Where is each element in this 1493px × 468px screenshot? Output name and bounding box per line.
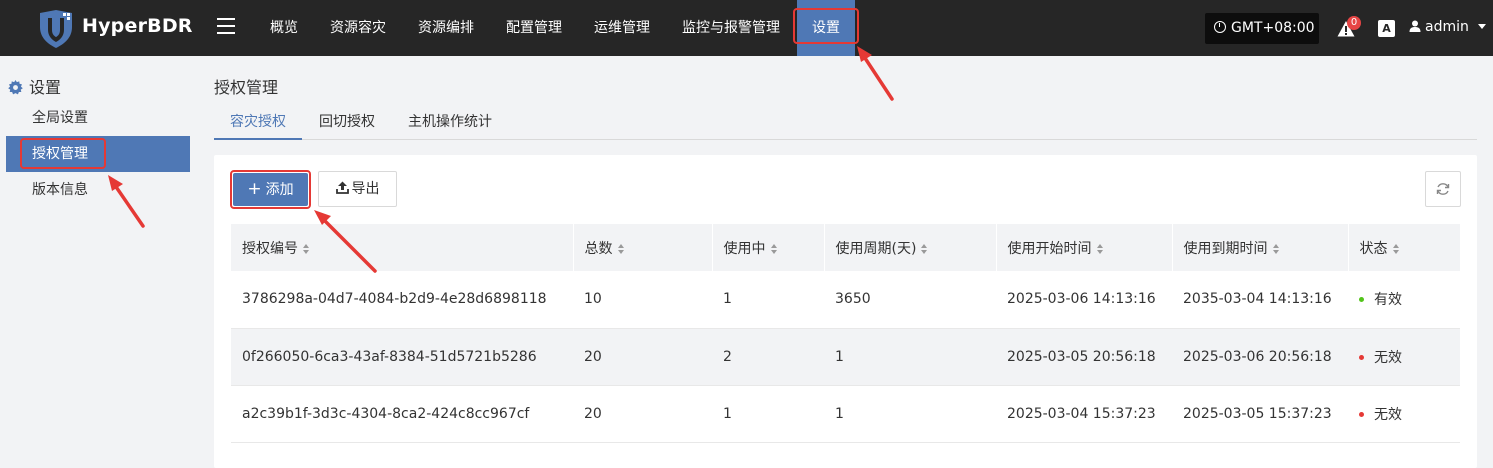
refresh-icon	[1436, 183, 1450, 195]
column-header-label: 使用中	[723, 240, 766, 257]
column-header-label: 状态	[1359, 240, 1388, 257]
sort-icon[interactable]	[1392, 243, 1400, 254]
status-dot-icon	[1359, 297, 1364, 303]
table-row[interactable]: 0f266050-6ca3-43af-8384-51d5721b5286 20 2 1…	[231, 328, 1460, 386]
column-header-label: 授权编号	[242, 240, 298, 257]
column-header-label: 使用到期时间	[1183, 240, 1268, 257]
sidebar-item-version-info[interactable]: 版本信息	[6, 172, 190, 208]
add-button[interactable]: + 添加	[230, 170, 311, 209]
language-icon[interactable]: A	[1378, 20, 1395, 37]
cell-total: 20	[573, 385, 712, 443]
timezone-button[interactable]: GMT+08:00	[1205, 13, 1319, 44]
cell-period: 1	[824, 328, 996, 386]
nav-item-overview[interactable]: 概览	[258, 0, 310, 56]
upload-icon	[335, 181, 349, 194]
tab-failback-license[interactable]: 回切授权	[312, 104, 382, 140]
cell-license-id: 3786298a-04d7-4084-b2d9-4e28d6898118	[231, 271, 573, 329]
top-navbar: HyperBDR 概览 资源容灾 资源编排 配置管理 运维管理 监控与报警管理 …	[0, 0, 1493, 56]
cell-in-use: 2	[712, 328, 824, 386]
refresh-button[interactable]	[1425, 171, 1461, 207]
cell-license-id: a2c39b1f-3d3c-4304-8ca2-424c8cc967cf	[231, 385, 573, 443]
alert-count-badge: 0	[1347, 16, 1361, 30]
column-header-license-id[interactable]: 授权编号	[231, 224, 574, 271]
table-row[interactable]: a2c39b1f-3d3c-4304-8ca2-424c8cc967cf 20 1 1…	[231, 385, 1460, 443]
clock-icon	[1214, 21, 1226, 33]
nav-item-monitoring-alerts[interactable]: 监控与报警管理	[670, 0, 792, 56]
cell-status: 无效	[1348, 328, 1460, 386]
status-label: 无效	[1374, 349, 1402, 366]
username: admin	[1425, 19, 1469, 35]
sidebar: 设置 全局设置 授权管理 版本信息	[0, 56, 200, 468]
cell-period: 3650	[824, 271, 996, 329]
menu-toggle-icon[interactable]	[217, 18, 235, 34]
export-button-label: 导出	[351, 181, 380, 197]
cell-total: 20	[573, 328, 712, 386]
column-header-label: 使用开始时间	[1007, 240, 1092, 257]
export-button[interactable]: 导出	[318, 171, 397, 207]
nav-item-ops-management[interactable]: 运维管理	[582, 0, 662, 56]
sort-icon[interactable]	[770, 243, 778, 254]
cell-end-time: 2025-03-06 20:56:18	[1172, 328, 1348, 386]
sidebar-title-label: 设置	[29, 78, 62, 97]
cell-period: 1	[824, 385, 996, 443]
timezone-label: GMT+08:00	[1231, 20, 1315, 36]
nav-item-config-management[interactable]: 配置管理	[494, 0, 574, 56]
status-label: 有效	[1374, 292, 1402, 309]
tab-bar: 容灾授权 回切授权 主机操作统计	[214, 104, 1477, 140]
tab-dr-license[interactable]: 容灾授权	[214, 104, 302, 140]
cell-status: 无效	[1348, 385, 1460, 443]
table-row[interactable]: 3786298a-04d7-4084-b2d9-4e28d6898118 10 1 3…	[231, 271, 1460, 329]
column-header-label: 总数	[584, 240, 613, 257]
brand-name[interactable]: HyperBDR	[82, 15, 193, 37]
column-header-label: 使用周期(天)	[835, 240, 917, 257]
cell-status: 有效	[1348, 271, 1460, 329]
cell-start-time: 2025-03-04 15:37:23	[996, 385, 1172, 443]
hyperbdr-logo-icon[interactable]	[36, 10, 76, 48]
status-dot-icon	[1359, 411, 1364, 417]
gear-icon	[8, 80, 23, 95]
sort-icon[interactable]	[1272, 243, 1280, 254]
cell-end-time: 2025-03-05 15:37:23	[1172, 385, 1348, 443]
cell-in-use: 1	[712, 385, 824, 443]
user-menu[interactable]: admin	[1409, 19, 1487, 35]
cell-start-time: 2025-03-05 20:56:18	[996, 328, 1172, 386]
cell-end-time: 2035-03-04 14:13:16	[1172, 271, 1348, 329]
status-dot-icon	[1359, 354, 1364, 360]
cell-total: 10	[573, 271, 712, 329]
nav-item-resource-dr[interactable]: 资源容灾	[318, 0, 398, 56]
cell-in-use: 1	[712, 271, 824, 329]
column-header-period[interactable]: 使用周期(天)	[824, 224, 997, 271]
nav-item-settings[interactable]: 设置	[793, 0, 859, 56]
sort-icon[interactable]	[303, 243, 310, 254]
sidebar-item-license-management[interactable]: 授权管理	[6, 136, 190, 172]
highlight-box	[793, 8, 859, 44]
sidebar-title: 设置	[8, 74, 61, 98]
nav-item-resource-orchestration[interactable]: 资源编排	[406, 0, 486, 56]
cell-start-time: 2025-03-06 14:13:16	[996, 271, 1172, 329]
user-icon	[1409, 20, 1421, 32]
column-header-in-use[interactable]: 使用中	[712, 224, 825, 271]
sidebar-item-global-settings[interactable]: 全局设置	[6, 100, 190, 136]
highlight-box	[230, 170, 311, 209]
tab-host-operation-stats[interactable]: 主机操作统计	[400, 104, 500, 140]
sort-icon[interactable]	[1096, 243, 1104, 254]
sort-icon[interactable]	[617, 243, 625, 254]
column-header-status[interactable]: 状态	[1348, 224, 1460, 271]
highlight-box	[20, 138, 106, 169]
column-header-end-time[interactable]: 使用到期时间	[1172, 224, 1349, 271]
annotation-arrow-settings	[859, 50, 894, 101]
column-header-total[interactable]: 总数	[573, 224, 713, 271]
page-title: 授权管理	[214, 78, 279, 97]
status-label: 无效	[1374, 406, 1402, 423]
caret-down-icon	[1478, 24, 1487, 29]
table-header-row: 授权编号 总数 使用中 使用周期(天) 使用开始时间 使用到期时间 状态	[231, 224, 1460, 271]
cell-license-id: 0f266050-6ca3-43af-8384-51d5721b5286	[231, 328, 573, 386]
license-table: 授权编号 总数 使用中 使用周期(天) 使用开始时间 使用到期时间 状态 378…	[231, 224, 1460, 443]
sort-icon[interactable]	[921, 243, 928, 254]
column-header-start-time[interactable]: 使用开始时间	[996, 224, 1173, 271]
